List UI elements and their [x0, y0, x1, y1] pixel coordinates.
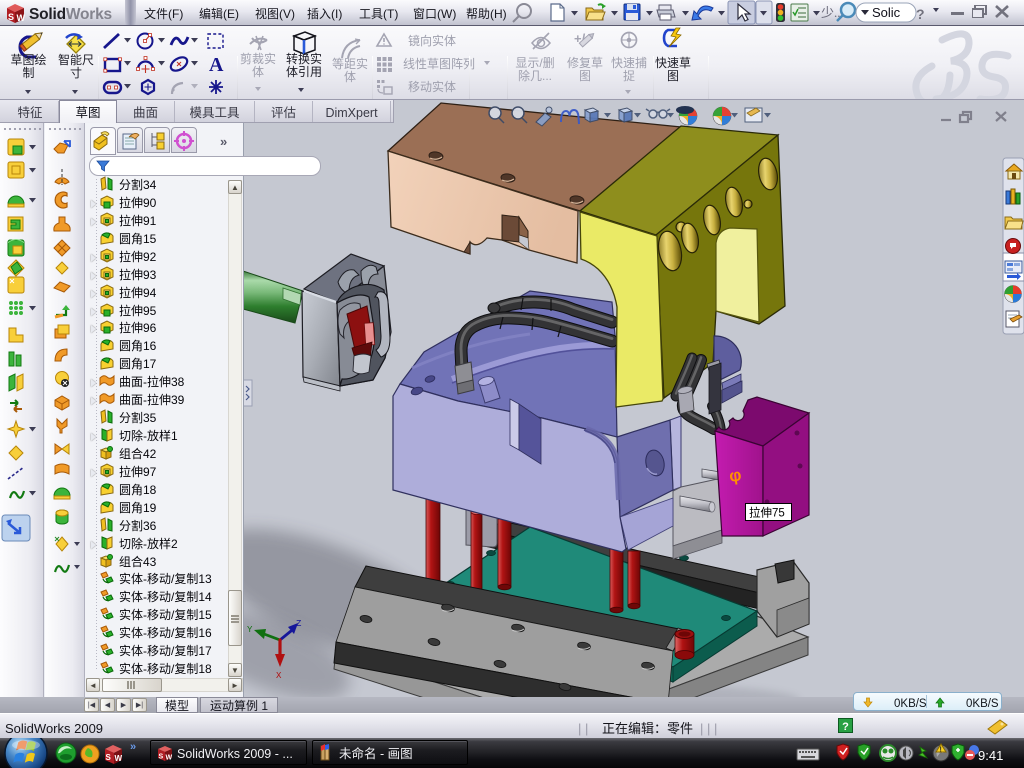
svg-text:W: W: [166, 753, 173, 763]
svg-text:W: W: [115, 753, 123, 764]
svg-text:S: S: [8, 10, 14, 23]
svg-text:拉伸75: 拉伸75: [749, 505, 785, 521]
svg-text:W: W: [17, 11, 26, 24]
svg-text:Y: Y: [247, 625, 253, 635]
svg-text:S: S: [106, 752, 112, 763]
svg-text:A: A: [209, 54, 224, 76]
svg-text:X: X: [276, 671, 282, 681]
svg-text:S: S: [159, 752, 164, 762]
svg-text:Z: Z: [296, 619, 302, 629]
svg-text:»: »: [130, 738, 136, 754]
svg-text:少..: 少..: [821, 2, 841, 21]
svg-text:Solic: Solic: [872, 2, 901, 21]
svg-text:!: !: [940, 745, 942, 755]
